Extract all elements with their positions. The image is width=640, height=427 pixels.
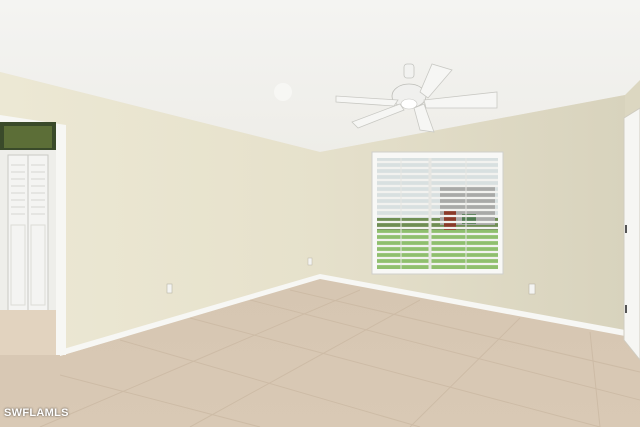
outlet-corner xyxy=(307,257,313,266)
window-blinds-icon xyxy=(371,151,504,275)
mls-watermark: SWFLAMLS xyxy=(4,407,69,419)
closet-doorway xyxy=(0,115,66,355)
room-illustration xyxy=(0,0,640,427)
outlet-back xyxy=(528,283,536,295)
right-door-frame xyxy=(623,107,640,361)
room-photo: SWFLAMLS xyxy=(0,0,640,427)
outlet-left xyxy=(166,283,173,294)
closet-door-icon xyxy=(7,154,49,316)
